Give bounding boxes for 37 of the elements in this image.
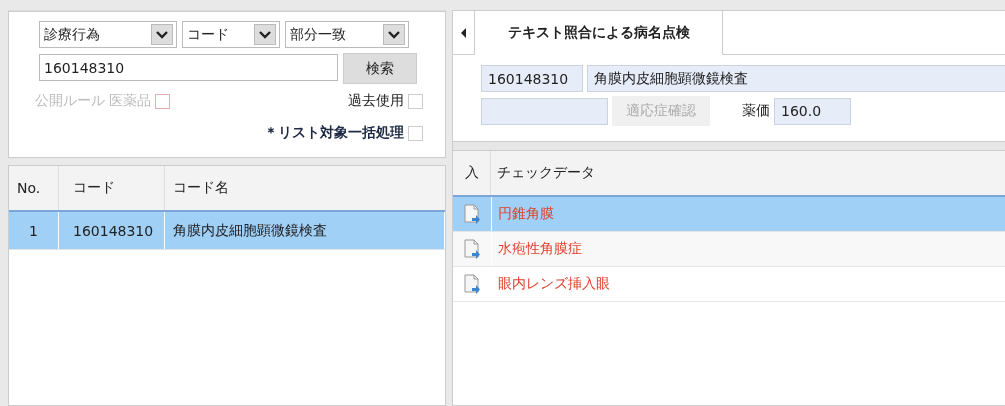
column-header: No. xyxy=(9,166,59,210)
document-icon xyxy=(463,239,481,259)
table-cell-text: 眼内レンズ挿入眼 xyxy=(497,274,611,293)
search-button[interactable]: 検索 xyxy=(343,53,417,84)
input-field[interactable] xyxy=(481,97,608,125)
table-row[interactable]: 1 160148310 角膜内皮細胞顕微鏡検査 xyxy=(9,212,445,250)
column-header: 入 xyxy=(453,151,491,195)
table-row[interactable]: 眼内レンズ挿入眼 xyxy=(453,267,1005,302)
price-field: 160.0 xyxy=(774,97,851,125)
table-cell: 1 xyxy=(9,212,59,249)
dropdown[interactable]: 部分一致 xyxy=(285,21,409,48)
table-cell-text: 水疱性角膜症 xyxy=(497,239,583,258)
table-cell: 角膜内皮細胞顕微鏡検査 xyxy=(165,212,445,249)
dropdown[interactable]: コード xyxy=(182,21,280,48)
document-icon xyxy=(463,274,481,294)
column-header: コード名 xyxy=(172,178,230,197)
checkbox[interactable] xyxy=(408,125,423,141)
tab[interactable]: テキスト照合による病名点検 xyxy=(475,11,723,55)
document-icon xyxy=(463,204,481,224)
caret-icon xyxy=(151,24,173,45)
splitter-bar[interactable] xyxy=(453,141,1005,151)
table-cell: 160148310 xyxy=(59,212,165,249)
checkbox-label: 公開ルール 医薬品 xyxy=(35,92,152,110)
column-header: チェックデータ xyxy=(496,163,596,182)
code-field: 160148310 xyxy=(481,65,583,92)
column-header: コード xyxy=(59,166,165,210)
dropdown[interactable]: 診療行為 xyxy=(39,21,177,48)
caret-icon xyxy=(254,24,276,45)
price-label: 薬価 xyxy=(742,102,770,120)
table-cell-text: 円錐角膜 xyxy=(497,204,555,223)
search-field[interactable]: 160148310 xyxy=(39,54,338,81)
name-field: 角膜内皮細胞顕微鏡検査 xyxy=(587,65,1005,92)
checkbox-label: 過去使用 xyxy=(348,92,404,110)
caret-icon xyxy=(383,24,405,45)
checkbox[interactable] xyxy=(408,93,423,109)
checkbox-label: ＊リスト対象一括処理 xyxy=(264,124,404,142)
table-row[interactable]: 水疱性角膜症 xyxy=(453,232,1005,267)
